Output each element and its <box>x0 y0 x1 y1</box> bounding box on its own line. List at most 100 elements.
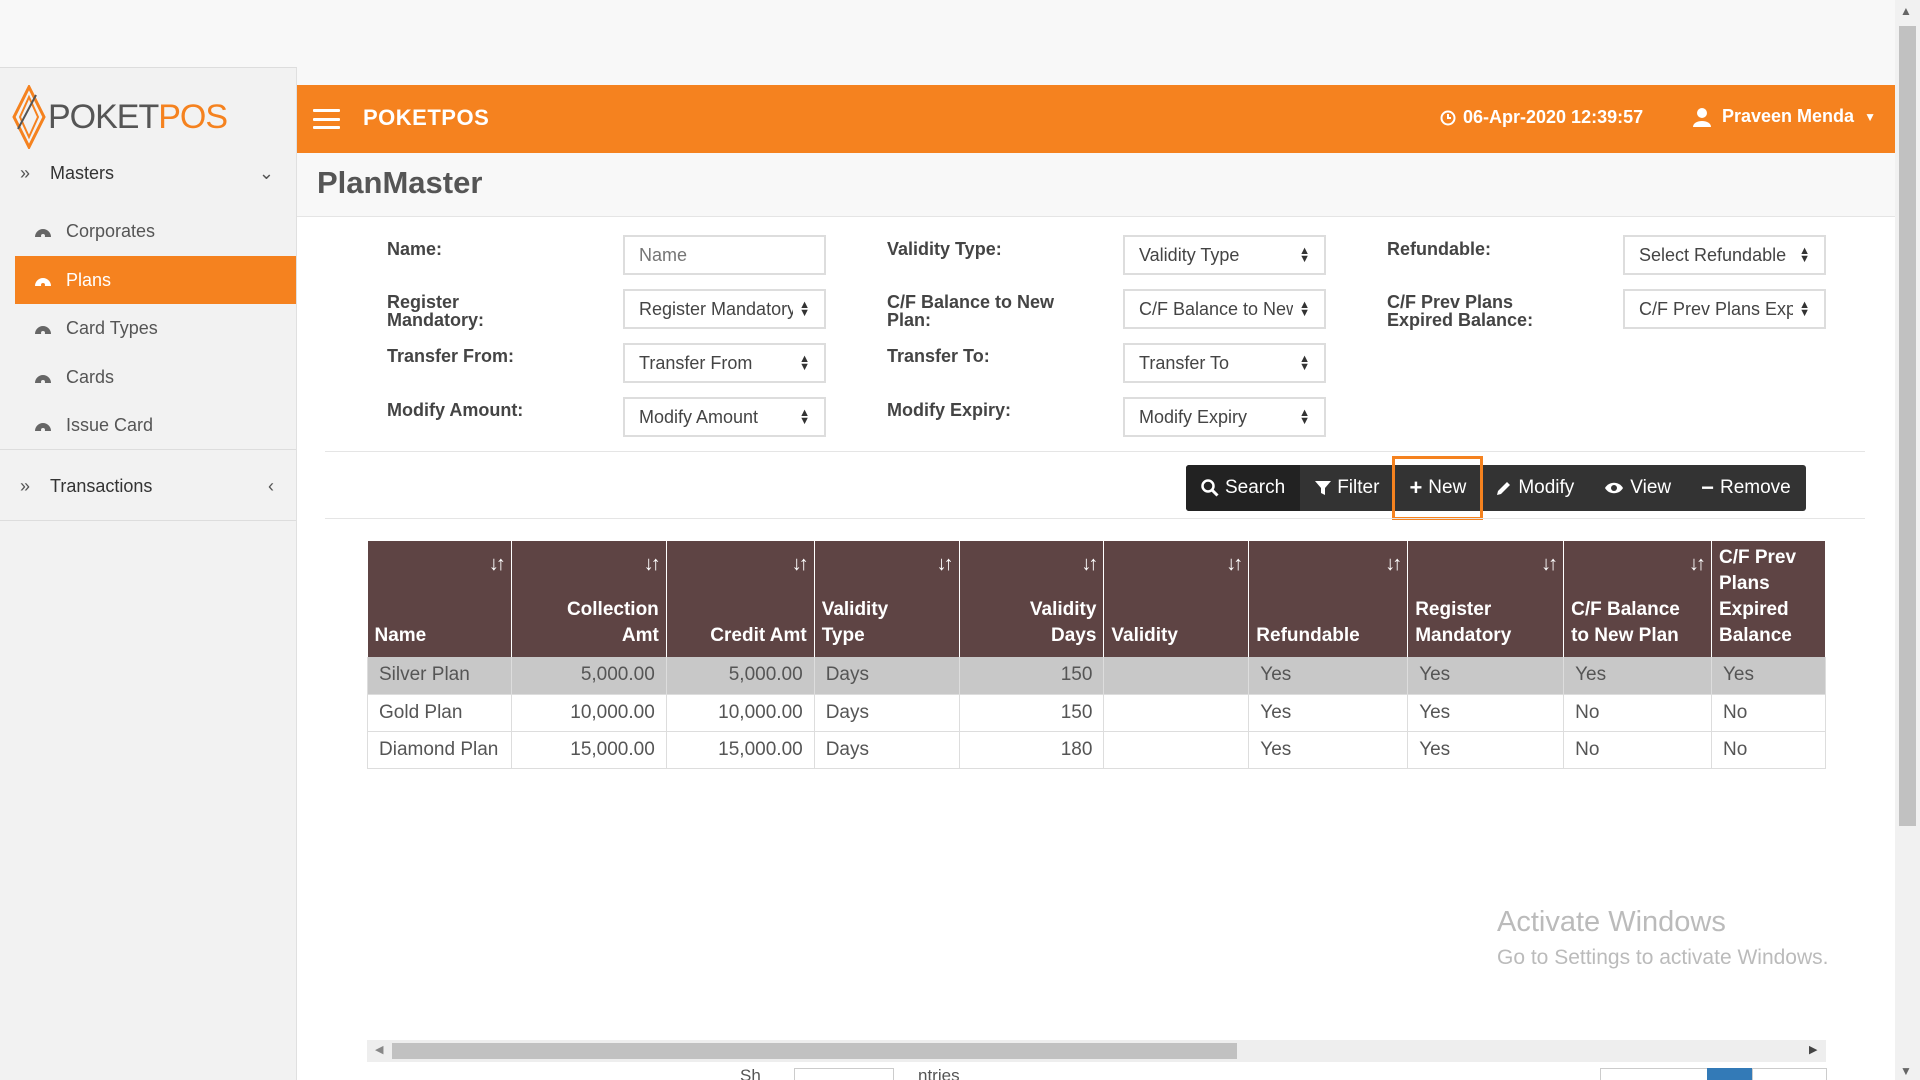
pagination-next[interactable] <box>1752 1068 1827 1080</box>
table-row[interactable]: Silver Plan 5,000.00 5,000.00 Days 150 Yes Yes… <box>367 657 1827 695</box>
sidebar-item-cards[interactable]: Cards <box>15 353 296 401</box>
plus-icon: + <box>1409 475 1423 500</box>
register-mandatory-select[interactable]: Register Mandatory ▲ ▼ <box>623 289 826 329</box>
form-divider <box>325 451 1865 452</box>
table-cell: No <box>1711 694 1827 732</box>
column-header[interactable]: C/F Prev Plans Expired Balance <box>1711 541 1827 657</box>
sort-icon[interactable]: ↓↑ <box>937 551 954 577</box>
table-cell <box>1103 731 1250 769</box>
remove-button[interactable]: − Remove <box>1686 465 1806 511</box>
sort-icon[interactable]: ↓↑ <box>1081 551 1098 577</box>
refundable-select[interactable]: Select Refundable ▲ ▼ <box>1623 235 1826 275</box>
pencil-icon <box>1497 482 1511 495</box>
sort-icon[interactable]: ↓↑ <box>1385 551 1402 577</box>
table-cell: Yes <box>1248 694 1409 732</box>
sidebar-item-label: Corporates <box>66 220 156 241</box>
page-size-select[interactable] <box>794 1068 894 1080</box>
modify-amount-label: Modify Amount: <box>387 400 524 420</box>
sort-icon[interactable]: ↓↑ <box>644 551 661 577</box>
modify-expiry-select[interactable]: Modify Expiry ▲ ▼ <box>1123 397 1326 437</box>
validity-type-select[interactable]: Validity Type ▲ ▼ <box>1123 235 1326 275</box>
table-body: Silver Plan 5,000.00 5,000.00 Days 150 Yes Yes… <box>367 657 1827 769</box>
column-header[interactable]: ↓↑ Collection Amt <box>511 541 667 657</box>
table-row[interactable]: Gold Plan 10,000.00 10,000.00 Days 150 Yes Yes… <box>367 694 1827 732</box>
column-header-text: Validity <box>1029 599 1097 620</box>
sort-icon[interactable]: ↓↑ <box>1689 551 1706 577</box>
column-header[interactable]: ↓↑ Register Mandatory <box>1407 541 1565 657</box>
table-cell: Yes <box>1248 731 1409 769</box>
entries-label: ntries <box>918 1066 960 1080</box>
column-header[interactable]: ↓↑ C/F Balance to New Plan <box>1563 541 1712 657</box>
table-cell: No <box>1711 731 1827 769</box>
sort-icon[interactable]: ↓↑ <box>489 551 506 577</box>
scroll-left-arrow-icon[interactable]: ◀ <box>375 1043 383 1056</box>
column-header[interactable]: ↓↑ Name <box>367 541 512 657</box>
modify-amount-select[interactable]: Modify Amount ▲ ▼ <box>623 397 826 437</box>
scroll-down-arrow-icon[interactable]: ▼ <box>1900 1064 1912 1078</box>
view-button[interactable]: View <box>1589 465 1686 511</box>
logo[interactable]: POKETPOS <box>12 82 228 152</box>
column-header-text: Plans <box>1718 573 1770 594</box>
sidebar-item-plans[interactable]: Plans <box>15 256 296 304</box>
sort-icon[interactable]: ↓↑ <box>1226 551 1243 577</box>
cf-prev-plans-select[interactable]: C/F Prev Plans Expired Balance ▲▼ <box>1623 289 1826 329</box>
table-cell: No <box>1563 694 1712 732</box>
button-label: View <box>1630 477 1672 498</box>
sidebar-item-issue-card[interactable]: Issue Card <box>15 401 296 449</box>
column-header[interactable]: ↓↑ Validity <box>1103 541 1250 657</box>
datetime-display: 06-Apr-2020 12:39:57 <box>1440 107 1643 128</box>
sidebar-item-corporates[interactable]: Corporates <box>15 207 296 255</box>
button-label: New <box>1428 477 1467 498</box>
new-button[interactable]: + New <box>1392 456 1484 520</box>
brand-title: POKETPOS <box>363 105 490 130</box>
table-row[interactable]: Diamond Plan 15,000.00 15,000.00 Days 180 Yes… <box>367 731 1827 769</box>
dashboard-icon <box>35 423 51 432</box>
modify-expiry-label: Modify Expiry: <box>887 400 1012 420</box>
table-horizontal-scroll-thumb[interactable] <box>392 1043 1237 1059</box>
table-cell: 150 <box>959 694 1105 732</box>
toolbar-divider <box>325 518 1865 519</box>
select-value: Validity Type <box>1139 244 1240 265</box>
cf-balance-select[interactable]: C/F Balance to New Plan ▲▼ <box>1123 289 1326 329</box>
sidebar-item-card-types[interactable]: Card Types <box>15 304 296 352</box>
label-line: Register <box>387 292 460 312</box>
column-header-text: Credit Amt <box>710 625 807 646</box>
pagination-previous[interactable] <box>1600 1068 1710 1080</box>
transfer-to-select[interactable]: Transfer To ▲ ▼ <box>1123 343 1326 383</box>
sidebar-group-label: Masters <box>50 162 115 183</box>
hamburger-menu-icon[interactable] <box>313 109 340 129</box>
column-header[interactable]: ↓↑ Validity Days <box>959 541 1105 657</box>
sidebar-item-label: Card Types <box>66 317 158 338</box>
select-value: Register Mandatory <box>639 298 794 319</box>
scroll-right-arrow-icon[interactable]: ▶ <box>1809 1043 1817 1056</box>
user-menu[interactable]: Praveen Menda ▼ <box>1692 106 1876 127</box>
double-chevron-right-icon: » <box>20 162 31 183</box>
sidebar-group-transactions[interactable]: » Transactions ‹ <box>0 462 296 510</box>
modify-button[interactable]: Modify <box>1481 465 1589 511</box>
table-cell: 10,000.00 <box>666 694 815 732</box>
select-value: Select Refundable <box>1639 244 1787 265</box>
activate-windows-title: Activate Windows <box>1497 906 1726 938</box>
column-header-text: Validity <box>821 599 889 620</box>
transfer-from-select[interactable]: Transfer From ▲ ▼ <box>623 343 826 383</box>
search-button[interactable]: Search <box>1186 465 1301 511</box>
column-header-text: C/F Balance <box>1571 599 1680 620</box>
page-vertical-scroll-thumb[interactable] <box>1899 26 1916 826</box>
name-input[interactable] <box>623 235 826 275</box>
action-toolbar: Search Filter + New Modify View − Remove <box>1186 456 1806 520</box>
pagination-current-page[interactable] <box>1707 1068 1752 1080</box>
filter-button[interactable]: Filter <box>1300 465 1394 511</box>
column-header-text: Collection <box>566 599 659 620</box>
select-arrows-icon: ▲ ▼ <box>1799 245 1810 265</box>
sidebar-group-masters[interactable]: » Masters ⌄ <box>0 149 296 197</box>
sidebar-item-label: Plans <box>66 269 112 290</box>
column-header[interactable]: ↓↑ Validity Type <box>814 541 960 657</box>
table-cell: 15,000.00 <box>666 731 815 769</box>
sort-icon[interactable]: ↓↑ <box>1541 551 1558 577</box>
logo-text: POKETPOS <box>48 97 228 136</box>
caret-down-icon: ▼ <box>1864 109 1876 124</box>
sort-icon[interactable]: ↓↑ <box>792 551 809 577</box>
column-header[interactable]: ↓↑ Credit Amt <box>666 541 815 657</box>
column-header[interactable]: ↓↑ Refundable <box>1248 541 1409 657</box>
scroll-up-arrow-icon[interactable]: ▲ <box>1900 4 1912 18</box>
